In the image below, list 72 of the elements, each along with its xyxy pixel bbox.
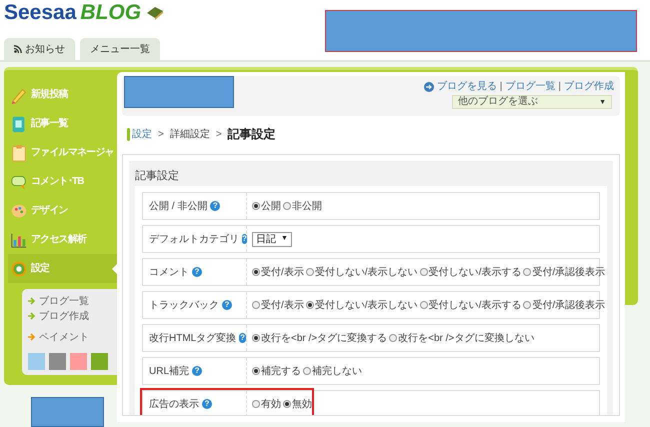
radio-button[interactable] [252,268,260,276]
help-button[interactable]: ? [210,201,220,211]
radio-button[interactable] [523,301,532,309]
radio-button[interactable] [389,334,398,342]
radio-option[interactable]: 受付しない/表示しない [306,298,418,312]
radio-option[interactable]: 有効 [252,396,281,412]
book-icon [145,4,166,20]
help-button[interactable]: ? [222,300,232,310]
submenu-link[interactable]: ブログ作成 [28,309,117,323]
tab[interactable]: メニュー一覧 [80,38,160,60]
radio-button[interactable] [252,301,260,309]
separator: | [558,80,561,94]
setting-label: URL補完 [149,364,190,378]
radio-button[interactable] [303,367,311,375]
radio-option[interactable]: 無効 [283,396,312,412]
setting-label: 改行HTMLタグ変換 [149,332,236,346]
radio-option[interactable]: 補完する [252,364,301,378]
radio-option[interactable]: 受付/承認後表示 [523,298,606,312]
radio-option[interactable]: 公開 [252,198,281,214]
submenu-link[interactable]: ブログ一覧 [28,294,117,308]
color-swatch[interactable] [91,353,108,370]
help-button[interactable]: ? [202,399,212,409]
section-title: 記事設定 [135,168,180,184]
submenu-link[interactable]: ペイメント [28,330,117,344]
clipboard-icon [10,142,28,162]
radio-option[interactable]: 受付しない/表示する [420,264,522,280]
setting-label: トラックバック [149,298,219,312]
radio-option[interactable]: 受付/承認後表示 [523,264,606,280]
radio-button[interactable] [420,268,428,276]
radio-option[interactable]: 受付/表示 [252,298,304,312]
color-swatch[interactable] [70,353,87,370]
radio-button[interactable] [252,202,260,210]
color-swatch[interactable] [28,353,45,370]
setting-label: 公開 / 非公開 [149,200,208,214]
radio-option[interactable]: 受付/表示 [252,264,304,280]
color-swatch[interactable] [49,353,66,370]
logo-text: Seesaa [4,2,76,23]
radio-button[interactable] [523,268,532,276]
radio-option[interactable]: 補完しない [303,364,362,378]
breadcrumb-link[interactable]: 詳細設定 [170,126,210,142]
separator: | [500,80,502,94]
help-button[interactable]: ? [192,267,202,277]
radio-button[interactable] [283,202,291,210]
blog-link[interactable]: ブログを見る [436,79,497,94]
radio-button[interactable] [252,334,260,342]
radio-option[interactable]: 改行を<br />タグに変換する [252,330,388,346]
setting-label: コメント [149,266,189,280]
radio-option[interactable]: 改行を<br />タグに変換しない [389,330,534,346]
radio-option[interactable]: 非公開 [283,198,322,214]
setting-label: 広告の表示 [149,398,199,412]
radio-button[interactable] [306,268,314,276]
help-button[interactable]: ? [242,234,247,244]
radio-option[interactable]: 受付しない/表示しない [306,264,418,280]
tab[interactable]: お知らせ [4,38,75,60]
radio-button[interactable] [252,367,260,375]
radio-button[interactable] [306,301,314,309]
rss-icon [14,45,22,53]
page-title: 記事設定 [228,126,276,143]
breadcrumb-separator: > [158,128,164,142]
arrow-circle-icon [424,82,434,92]
radio-option[interactable]: 受付しない/表示する [420,298,522,312]
logo-text: BLOG [80,2,142,23]
help-button[interactable]: ? [192,366,202,376]
blog-link[interactable]: ブログ作成 [564,79,614,94]
breadcrumb-link[interactable]: 設定 [132,126,152,142]
breadcrumb-separator: > [216,128,222,142]
setting-label: デフォルトカテゴリ [149,232,239,246]
blog-link[interactable]: ブログ一覧 [505,79,556,94]
help-button[interactable]: ? [239,333,246,343]
radio-button[interactable] [252,400,260,408]
radio-button[interactable] [283,400,291,408]
radio-button[interactable] [420,301,428,309]
